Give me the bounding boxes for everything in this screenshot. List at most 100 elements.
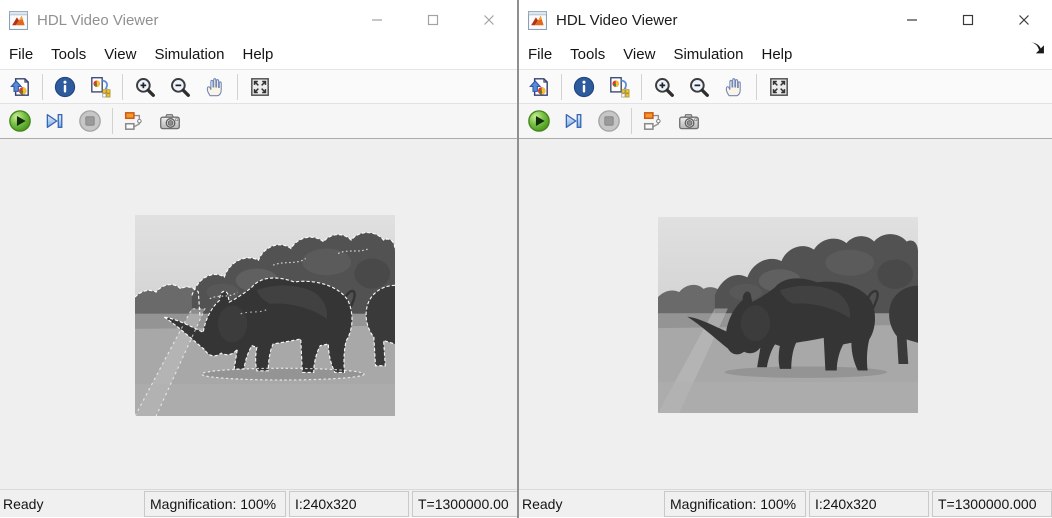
status-magnification: Magnification: 100%	[144, 491, 286, 517]
export-image-button[interactable]	[5, 73, 35, 101]
matlab-app-icon	[528, 11, 547, 30]
highlight-simulink-block-button[interactable]	[639, 107, 669, 135]
snapshot-icon	[677, 109, 701, 133]
menu-view[interactable]: View	[615, 43, 663, 66]
toolbar-separator	[561, 74, 562, 100]
close-icon	[483, 14, 495, 26]
play-icon	[527, 109, 551, 133]
stop-icon	[78, 109, 102, 133]
export-colormap-button[interactable]	[604, 73, 634, 101]
screen: { "windows": [ { "title": "HDL Video Vie…	[0, 0, 1052, 518]
menu-help[interactable]: Help	[235, 43, 282, 66]
play-button[interactable]	[524, 107, 554, 135]
zoom-in-icon	[652, 75, 676, 99]
status-frame-size: I:240x320	[289, 491, 409, 517]
export-image-icon	[527, 75, 551, 99]
minimize-button[interactable]	[884, 0, 940, 40]
stop-button[interactable]	[75, 107, 105, 135]
highlight-simulink-block-button[interactable]	[120, 107, 150, 135]
menu-help[interactable]: Help	[754, 43, 801, 66]
menu-bar: File Tools View Simulation Help	[0, 40, 517, 70]
status-magnification: Magnification: 100%	[664, 491, 806, 517]
step-forward-icon	[562, 109, 586, 133]
status-state: Ready	[519, 496, 562, 512]
window-title: HDL Video Viewer	[37, 12, 158, 29]
video-information-button[interactable]	[569, 73, 599, 101]
toolbar-separator	[122, 74, 123, 100]
menu-bar: File Tools View Simulation Help	[519, 40, 1052, 70]
toolbar-separator	[237, 74, 238, 100]
play-button[interactable]	[5, 107, 35, 135]
menu-view[interactable]: View	[96, 43, 144, 66]
step-forward-button[interactable]	[559, 107, 589, 135]
status-bar: Ready Magnification: 100% I:240x320 T=13…	[0, 489, 517, 517]
toolbar-separator	[42, 74, 43, 100]
zoom-out-button[interactable]	[165, 73, 195, 101]
maximize-icon	[962, 14, 974, 26]
main-toolbar	[0, 70, 517, 104]
video-display-area	[0, 139, 517, 489]
mouse-cursor-icon	[1030, 41, 1045, 56]
playback-toolbar	[0, 104, 517, 139]
export-colormap-button[interactable]	[85, 73, 115, 101]
video-frame-edge-overlay	[135, 215, 395, 416]
menu-tools[interactable]: Tools	[562, 43, 613, 66]
status-state: Ready	[0, 496, 43, 512]
titlebar[interactable]: HDL Video Viewer	[0, 0, 517, 40]
maintain-fit-to-window-icon	[767, 75, 791, 99]
highlight-simulink-block-icon	[642, 109, 666, 133]
video-display-area	[519, 139, 1052, 489]
menu-simulation[interactable]: Simulation	[665, 43, 751, 66]
maintain-fit-to-window-icon	[248, 75, 272, 99]
toolbar-separator	[631, 108, 632, 134]
zoom-out-button[interactable]	[684, 73, 714, 101]
zoom-out-icon	[168, 75, 192, 99]
snapshot-icon	[158, 109, 182, 133]
minimize-icon	[906, 14, 918, 26]
maximize-icon	[427, 14, 439, 26]
zoom-in-button[interactable]	[130, 73, 160, 101]
close-button[interactable]	[996, 0, 1052, 40]
status-sim-time: T=1300000.00	[412, 491, 517, 517]
status-bar: Ready Magnification: 100% I:240x320 T=13…	[519, 489, 1052, 517]
close-button[interactable]	[461, 0, 517, 40]
maximize-button[interactable]	[405, 0, 461, 40]
maximize-button[interactable]	[940, 0, 996, 40]
menu-file[interactable]: File	[1, 43, 41, 66]
status-frame-size: I:240x320	[809, 491, 929, 517]
minimize-icon	[371, 14, 383, 26]
export-image-button[interactable]	[524, 73, 554, 101]
snapshot-button[interactable]	[155, 107, 185, 135]
viewer-window-right: HDL Video Viewer File Tools View Simulat…	[517, 0, 1052, 518]
snapshot-button[interactable]	[674, 107, 704, 135]
menu-simulation[interactable]: Simulation	[146, 43, 232, 66]
matlab-app-icon	[9, 11, 28, 30]
export-colormap-icon	[607, 75, 631, 99]
toolbar-separator	[641, 74, 642, 100]
play-icon	[8, 109, 32, 133]
step-forward-icon	[43, 109, 67, 133]
toolbar-separator	[756, 74, 757, 100]
maintain-fit-to-window-button[interactable]	[245, 73, 275, 101]
stop-button[interactable]	[594, 107, 624, 135]
playback-toolbar	[519, 104, 1052, 139]
titlebar[interactable]: HDL Video Viewer	[519, 0, 1052, 40]
pan-button[interactable]	[200, 73, 230, 101]
zoom-in-icon	[133, 75, 157, 99]
zoom-in-button[interactable]	[649, 73, 679, 101]
stop-icon	[597, 109, 621, 133]
maintain-fit-to-window-button[interactable]	[764, 73, 794, 101]
video-information-button[interactable]	[50, 73, 80, 101]
menu-tools[interactable]: Tools	[43, 43, 94, 66]
viewer-window-left: HDL Video Viewer File Tools View Simulat…	[0, 0, 517, 518]
status-sim-time: T=1300000.000	[932, 491, 1052, 517]
step-forward-button[interactable]	[40, 107, 70, 135]
minimize-button[interactable]	[349, 0, 405, 40]
video-information-icon	[53, 75, 77, 99]
export-colormap-icon	[88, 75, 112, 99]
menu-file[interactable]: File	[520, 43, 560, 66]
export-image-icon	[8, 75, 32, 99]
window-title: HDL Video Viewer	[556, 12, 677, 29]
pan-button[interactable]	[719, 73, 749, 101]
close-icon	[1018, 14, 1030, 26]
